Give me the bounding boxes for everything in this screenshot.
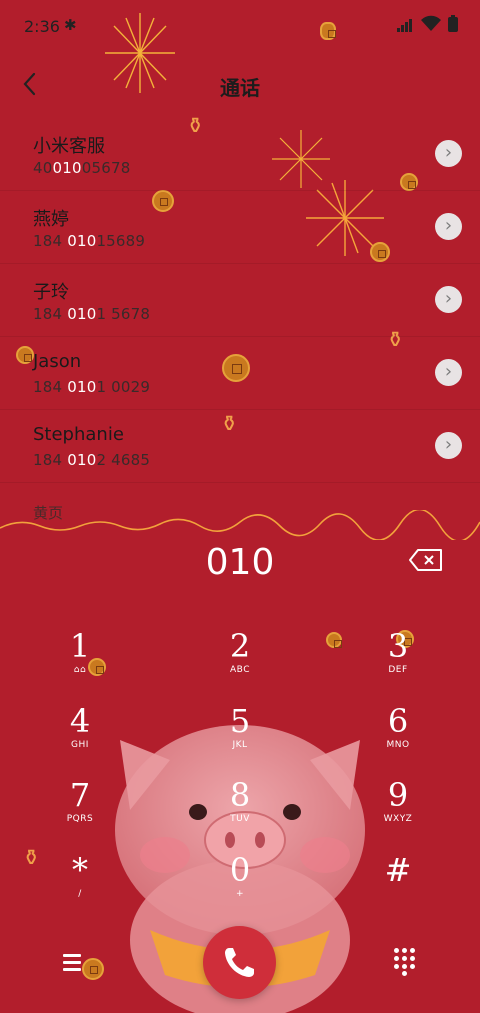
phone-icon [225, 948, 254, 977]
backspace-icon[interactable] [408, 548, 444, 572]
contact-number: 184 0102 4685 [33, 451, 151, 469]
key-5[interactable]: 5 JKL [185, 703, 295, 767]
status-time: 2:36 [24, 17, 60, 36]
wavy-divider [0, 510, 480, 540]
menu-icon[interactable] [60, 950, 88, 974]
contact-name: Stephanie [33, 424, 124, 445]
detail-arrow-icon[interactable]: › [435, 432, 462, 459]
detail-arrow-icon[interactable]: › [435, 213, 462, 240]
contact-name: 燕婷 [33, 209, 69, 230]
contact-row[interactable]: 子玲 184 0101 5678 › [0, 264, 480, 337]
key-0[interactable]: 0 + [185, 852, 295, 916]
key-8[interactable]: 8 TUV [185, 777, 295, 841]
contact-number: 4001005678 [33, 159, 131, 177]
detail-arrow-icon[interactable]: › [435, 359, 462, 386]
contact-list: 小米客服 4001005678 › 燕婷 184 01015689 › 子玲 1… [0, 118, 480, 483]
contact-row[interactable]: Stephanie 184 0102 4685 › [0, 410, 480, 483]
page-title: 通话 [220, 76, 260, 100]
key-1[interactable]: 1 ⌂⌂ [25, 628, 135, 692]
contact-number: 184 01015689 [33, 232, 146, 250]
key-star[interactable]: * / [25, 852, 135, 916]
contact-number: 184 0101 5678 [33, 305, 151, 323]
coin-decoration [326, 632, 342, 648]
signal-icon [397, 18, 417, 32]
detail-arrow-icon[interactable]: › [435, 286, 462, 313]
key-3[interactable]: 3 DEF [343, 628, 453, 692]
contact-name: Jason [33, 351, 82, 372]
contact-name: 子玲 [33, 282, 69, 303]
key-6[interactable]: 6 MNO [343, 703, 453, 767]
battery-icon [448, 15, 458, 32]
key-2[interactable]: 2 ABC [185, 628, 295, 692]
contact-row[interactable]: 燕婷 184 01015689 › [0, 191, 480, 264]
call-button[interactable] [203, 926, 276, 999]
key-4[interactable]: 4 GHI [25, 703, 135, 767]
key-7[interactable]: 7 PQRS [25, 777, 135, 841]
key-hash[interactable]: # [343, 852, 453, 916]
contact-row[interactable]: Jason 184 0101 0029 › [0, 337, 480, 410]
bluetooth-icon: ✱ [64, 16, 77, 34]
contact-row[interactable]: 小米客服 4001005678 › [0, 118, 480, 191]
status-bar: 2:36 ✱ [0, 0, 480, 52]
contact-name: 小米客服 [33, 136, 105, 157]
dialpad-toggle-icon[interactable] [394, 948, 418, 976]
wifi-icon [421, 15, 441, 31]
detail-arrow-icon[interactable]: › [435, 140, 462, 167]
contact-number: 184 0101 0029 [33, 378, 151, 396]
key-9[interactable]: 9 WXYZ [343, 777, 453, 841]
